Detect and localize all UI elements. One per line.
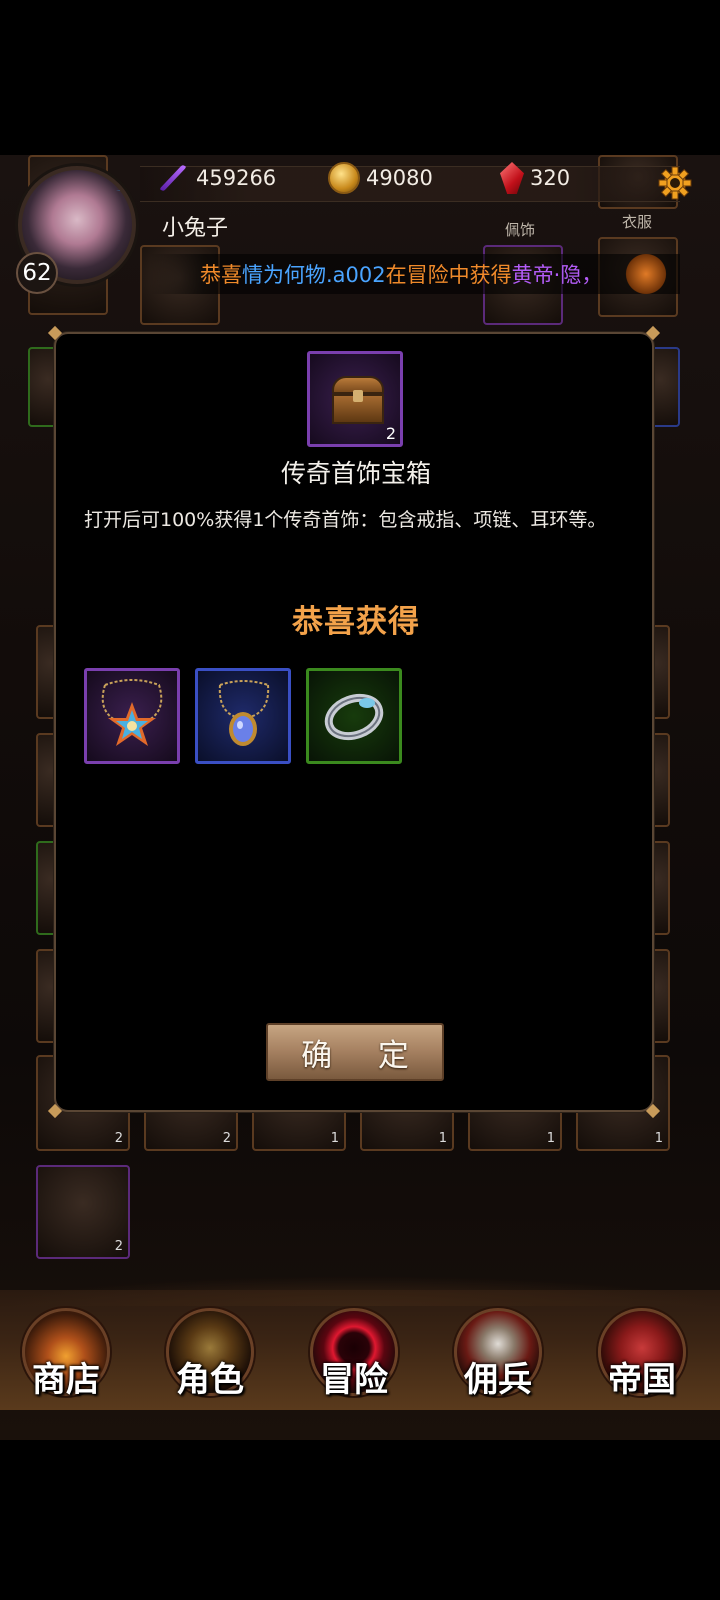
energy-resource[interactable]: 459266 [160, 160, 276, 196]
chest-count: 2 [385, 424, 396, 443]
exp-arc [86, 190, 132, 280]
congrats-title: 恭喜获得 [292, 604, 420, 640]
item-count: 1 [654, 1131, 663, 1146]
nav-mercenary[interactable]: 佣兵 [450, 1304, 546, 1400]
star-pendant-necklace-icon [101, 679, 163, 746]
item-count: 1 [438, 1131, 447, 1146]
item-count: 2 [114, 1131, 123, 1146]
gold-value: 49080 [366, 166, 433, 190]
player-name: 小兔子 [162, 216, 229, 241]
item-count: 2 [114, 1239, 123, 1254]
horn-icon[interactable] [620, 254, 672, 294]
reward-slot-1[interactable] [84, 668, 180, 764]
nav-adventure[interactable]: 冒险 [306, 1304, 402, 1400]
nav-label: 角色 [176, 1360, 244, 1400]
red-gem-icon [500, 162, 524, 194]
gem-value: 320 [530, 166, 571, 190]
sapphire-amulet-icon [218, 680, 270, 746]
item-name: 传奇首饰宝箱 [280, 459, 431, 488]
player-level: 62 [16, 252, 58, 294]
silver-ring-icon [324, 693, 384, 741]
nav-empire[interactable]: 帝国 [594, 1304, 690, 1400]
treasure-chest-icon [332, 376, 384, 424]
gold-resource[interactable]: 49080 [328, 160, 433, 196]
nav-label: 冒险 [320, 1360, 388, 1400]
reward-dialog: 2 传奇首饰宝箱 打开后可100%获得1个传奇首饰：包含戒指、项链、耳环等。 恭… [47, 325, 661, 1119]
energy-value: 459266 [196, 166, 277, 190]
ticker-part: 在冒险中获得 [385, 263, 512, 287]
bag-slot-chest[interactable]: 2 [36, 1165, 130, 1259]
reward-slot-3[interactable] [306, 668, 402, 764]
confirm-button[interactable]: 确 定 [266, 1023, 444, 1081]
nav-label: 佣兵 [464, 1360, 532, 1400]
item-description: 打开后可100%获得1个传奇首饰：包含戒指、项链、耳环等。 [84, 509, 607, 531]
ticker-part: 恭喜 [200, 263, 242, 287]
gem-resource[interactable]: 320 [500, 160, 570, 196]
item-count: 1 [330, 1131, 339, 1146]
nav-shop[interactable]: 商店 [18, 1304, 114, 1400]
nav-label: 帝国 [608, 1360, 676, 1400]
settings-gear-icon[interactable] [658, 166, 692, 200]
opened-item-slot: 2 [307, 351, 403, 447]
item-count: 2 [222, 1131, 231, 1146]
broadcast-ticker: 恭喜 情为何物.a002 在冒险中获得 黄帝·隐， [150, 254, 680, 294]
ticker-item: 黄帝·隐， [511, 263, 603, 287]
top-hud: 459266 49080 320 62 小兔子 恭喜 情为何物.a002 在冒险… [0, 160, 720, 300]
gold-coin-icon [328, 162, 360, 194]
bottom-nav: 商店 角色 冒险 佣兵 帝国 [0, 1276, 720, 1410]
item-count: 1 [546, 1131, 555, 1146]
ticker-player: 情为何物.a002 [242, 263, 386, 287]
reward-slot-2[interactable] [195, 668, 291, 764]
energy-icon [160, 163, 190, 193]
nav-character[interactable]: 角色 [162, 1304, 258, 1400]
nav-label: 商店 [32, 1360, 100, 1400]
